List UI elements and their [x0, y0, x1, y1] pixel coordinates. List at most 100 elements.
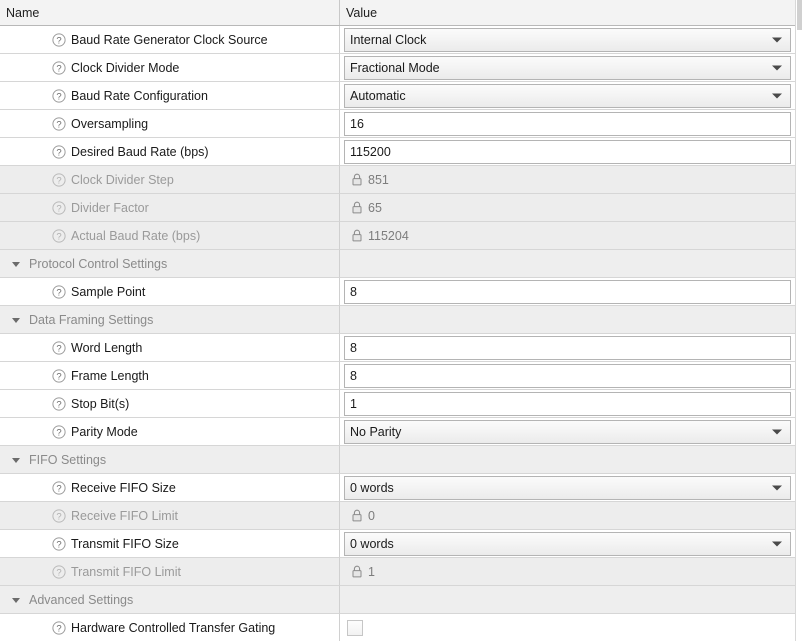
checkbox[interactable]	[347, 619, 363, 636]
group-header-row[interactable]: FIFO Settings	[0, 446, 795, 474]
dropdown-select[interactable]: Internal Clock	[344, 27, 791, 52]
table-row[interactable]: ? Actual Baud Rate (bps) 115204	[0, 222, 795, 250]
cell-value[interactable]: 1	[340, 390, 795, 418]
dropdown-select[interactable]: Automatic	[344, 83, 791, 108]
cell-value[interactable]: 115200	[340, 138, 795, 166]
cell-name[interactable]: ? Sample Point	[0, 278, 340, 306]
help-circle-icon[interactable]: ?	[52, 32, 66, 47]
chevron-down-icon[interactable]	[772, 485, 782, 490]
cell-value[interactable]: Automatic	[340, 82, 795, 110]
chevron-down-icon[interactable]	[772, 65, 782, 70]
chevron-down-icon[interactable]	[772, 93, 782, 98]
help-circle-icon[interactable]: ?	[52, 424, 66, 439]
table-row[interactable]: ? Transmit FIFO Limit 1	[0, 558, 795, 586]
cell-name[interactable]: ? Receive FIFO Limit	[0, 502, 340, 530]
vertical-scrollbar[interactable]	[795, 0, 802, 641]
cell-value[interactable]: 65	[340, 194, 795, 222]
help-circle-icon[interactable]: ?	[52, 60, 66, 75]
help-circle-icon[interactable]: ?	[52, 116, 66, 131]
chevron-down-icon[interactable]	[772, 541, 782, 546]
group-header-row[interactable]: Advanced Settings	[0, 586, 795, 614]
triangle-down-icon[interactable]	[9, 446, 23, 473]
cell-name[interactable]: ? Receive FIFO Size	[0, 474, 340, 502]
group-header-row[interactable]: Protocol Control Settings	[0, 250, 795, 278]
column-header-value[interactable]: Value	[340, 0, 795, 25]
dropdown-select[interactable]: 0 words	[344, 475, 791, 500]
cell-name[interactable]: Protocol Control Settings	[0, 250, 340, 278]
help-circle-icon[interactable]: ?	[52, 536, 66, 551]
table-row[interactable]: ? Baud Rate Generator Clock Source Interna…	[0, 26, 795, 54]
scrollbar-thumb[interactable]	[797, 0, 802, 30]
cell-name[interactable]: ? Clock Divider Step	[0, 166, 340, 194]
column-header-name[interactable]: Name	[0, 0, 340, 25]
table-row[interactable]: ? Sample Point 8	[0, 278, 795, 306]
help-circle-icon[interactable]: ?	[52, 340, 66, 355]
dropdown-select[interactable]: No Parity	[344, 419, 791, 444]
cell-name[interactable]: ? Oversampling	[0, 110, 340, 138]
help-circle-icon[interactable]: ?	[52, 284, 66, 299]
table-row[interactable]: ? Desired Baud Rate (bps) 115200	[0, 138, 795, 166]
cell-name[interactable]: ? Parity Mode	[0, 418, 340, 446]
text-input[interactable]: 1	[344, 391, 791, 416]
help-circle-icon[interactable]: ?	[52, 620, 66, 635]
table-row[interactable]: ? Baud Rate Configuration Automatic	[0, 82, 795, 110]
cell-name[interactable]: Advanced Settings	[0, 586, 340, 614]
cell-value[interactable]: 0 words	[340, 474, 795, 502]
help-circle-icon[interactable]: ?	[52, 396, 66, 411]
help-circle-icon[interactable]: ?	[52, 368, 66, 383]
group-header-row[interactable]: Data Framing Settings	[0, 306, 795, 334]
table-row[interactable]: ? Transmit FIFO Size 0 words	[0, 530, 795, 558]
cell-name[interactable]: ? Transmit FIFO Limit	[0, 558, 340, 586]
table-row[interactable]: ? Divider Factor 65	[0, 194, 795, 222]
cell-name[interactable]: ? Frame Length	[0, 362, 340, 390]
table-row[interactable]: ? Receive FIFO Limit 0	[0, 502, 795, 530]
text-input[interactable]: 16	[344, 111, 791, 136]
cell-value[interactable]: No Parity	[340, 418, 795, 446]
table-row[interactable]: ? Clock Divider Step 851	[0, 166, 795, 194]
text-input[interactable]: 8	[344, 335, 791, 360]
table-row[interactable]: ? Oversampling 16	[0, 110, 795, 138]
triangle-down-icon[interactable]	[9, 586, 23, 613]
cell-value[interactable]: Internal Clock	[340, 26, 795, 54]
text-input[interactable]: 115200	[344, 139, 791, 164]
cell-value[interactable]: 115204	[340, 222, 795, 250]
cell-name[interactable]: ? Clock Divider Mode	[0, 54, 340, 82]
cell-name[interactable]: ? Hardware Controlled Transfer Gating	[0, 614, 340, 641]
cell-value[interactable]: 1	[340, 558, 795, 586]
table-row[interactable]: ? Frame Length 8	[0, 362, 795, 390]
table-row[interactable]: ? Clock Divider Mode Fractional Mode	[0, 54, 795, 82]
help-circle-icon[interactable]: ?	[52, 200, 66, 215]
table-row[interactable]: ? Stop Bit(s) 1	[0, 390, 795, 418]
dropdown-select[interactable]: 0 words	[344, 531, 791, 556]
chevron-down-icon[interactable]	[772, 429, 782, 434]
cell-name[interactable]: ? Stop Bit(s)	[0, 390, 340, 418]
cell-value[interactable]: 0	[340, 502, 795, 530]
cell-name[interactable]: ? Baud Rate Configuration	[0, 82, 340, 110]
help-circle-icon[interactable]: ?	[52, 508, 66, 523]
cell-name[interactable]: ? Desired Baud Rate (bps)	[0, 138, 340, 166]
table-row[interactable]: ? Hardware Controlled Transfer Gating	[0, 614, 795, 641]
cell-value[interactable]	[340, 614, 795, 641]
table-row[interactable]: ? Word Length 8	[0, 334, 795, 362]
text-input[interactable]: 8	[344, 363, 791, 388]
dropdown-select[interactable]: Fractional Mode	[344, 55, 791, 80]
cell-name[interactable]: ? Divider Factor	[0, 194, 340, 222]
cell-value[interactable]: 8	[340, 362, 795, 390]
cell-name[interactable]: ? Transmit FIFO Size	[0, 530, 340, 558]
help-circle-icon[interactable]: ?	[52, 172, 66, 187]
cell-value[interactable]: Fractional Mode	[340, 54, 795, 82]
help-circle-icon[interactable]: ?	[52, 564, 66, 579]
table-row[interactable]: ? Receive FIFO Size 0 words	[0, 474, 795, 502]
text-input[interactable]: 8	[344, 279, 791, 304]
cell-name[interactable]: ? Word Length	[0, 334, 340, 362]
help-circle-icon[interactable]: ?	[52, 228, 66, 243]
table-row[interactable]: ? Parity Mode No Parity	[0, 418, 795, 446]
cell-name[interactable]: ? Actual Baud Rate (bps)	[0, 222, 340, 250]
chevron-down-icon[interactable]	[772, 37, 782, 42]
help-circle-icon[interactable]: ?	[52, 480, 66, 495]
help-circle-icon[interactable]: ?	[52, 144, 66, 159]
cell-name[interactable]: Data Framing Settings	[0, 306, 340, 334]
cell-value[interactable]: 8	[340, 334, 795, 362]
cell-name[interactable]: FIFO Settings	[0, 446, 340, 474]
cell-value[interactable]: 8	[340, 278, 795, 306]
